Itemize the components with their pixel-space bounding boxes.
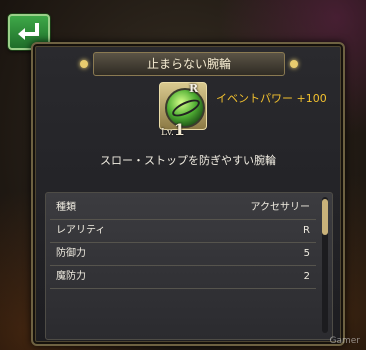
level-number: 1 [173,120,185,139]
watermark-logo: Gamer [329,336,361,346]
level-prefix: Lv. [161,128,174,138]
stat-value: アクセサリー [250,202,311,213]
stats-table[interactable]: 種類 アクセサリー レアリティ R 防御力 5 魔防力 2 [45,192,333,340]
stat-value: 2 [303,271,310,282]
stat-value: R [303,225,310,236]
stat-value: 5 [303,248,310,259]
stat-row: レアリティ R [50,220,316,243]
item-description: スロー・ストップを防ぎやすい腕輪 [100,154,276,167]
item-level: Lv.1 [161,120,185,139]
rarity-badge: R [189,82,199,95]
stat-row: 魔防力 2 [50,266,316,289]
stat-label: 防御力 [56,248,86,259]
item-detail-panel: 止まらない腕輪 R Lv.1 イベントパワー +100 スロー・ストップを防ぎや… [31,42,345,346]
stat-label: 種類 [56,202,76,213]
scrollbar-thumb[interactable] [322,199,328,235]
return-arrow-icon [18,23,39,40]
stat-label: レアリティ [56,225,106,236]
stat-row: 防御力 5 [50,243,316,266]
stat-label: 魔防力 [56,271,86,282]
stats-scrollbar[interactable] [322,197,328,333]
event-power-bonus: イベントパワー +100 [216,92,327,105]
stat-row: 種類 アクセサリー [50,197,316,220]
item-name-title: 止まらない腕輪 [80,52,298,76]
